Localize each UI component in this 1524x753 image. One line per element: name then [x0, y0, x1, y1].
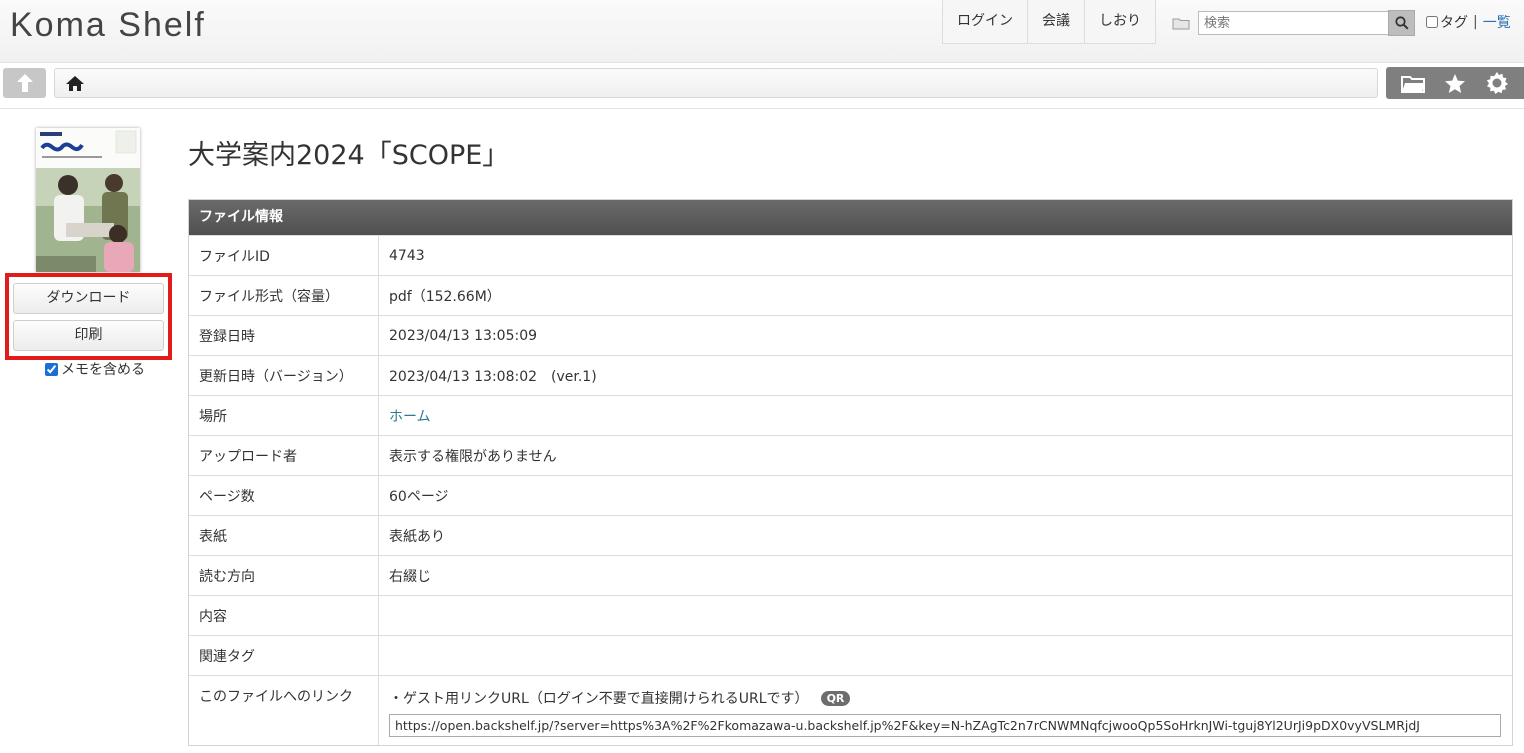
page-title: 大学案内2024「SCOPE」 — [188, 140, 510, 171]
action-toolbar — [1386, 67, 1524, 99]
tag-separator: | — [1473, 14, 1478, 30]
toolbar-divider — [0, 108, 1524, 109]
search-button[interactable] — [1388, 10, 1415, 36]
up-folder-button[interactable] — [3, 68, 46, 98]
info-row-location: 場所 ホーム — [189, 395, 1512, 435]
folder-icon[interactable] — [1172, 17, 1190, 30]
qr-button[interactable]: QR — [820, 690, 851, 706]
download-button[interactable]: ダウンロード — [13, 283, 164, 314]
search-area — [1172, 10, 1415, 36]
info-value-cell: ・ゲスト用リンクURL（ログイン不要で直接開けられるURLです） QR — [379, 676, 1512, 745]
meeting-button[interactable]: 会議 — [1028, 0, 1085, 43]
info-row-reading-direction: 読む方向 右綴じ — [189, 555, 1512, 595]
info-key: 登録日時 — [189, 316, 379, 355]
file-info-header: ファイル情報 — [189, 200, 1512, 235]
info-value: 4743 — [389, 247, 425, 264]
info-row-uploader: アップロード者 表示する権限がありません — [189, 435, 1512, 475]
info-row-registered: 登録日時 2023/04/13 13:05:09 — [189, 315, 1512, 355]
info-key: 場所 — [189, 396, 379, 435]
info-row-cover: 表紙 表紙あり — [189, 515, 1512, 555]
file-info-panel: ファイル情報 ファイルID 4743 ファイル形式（容量） pdf（152.66… — [188, 199, 1513, 746]
info-row-file-id: ファイルID 4743 — [189, 235, 1512, 275]
info-value-cell: ホーム — [379, 396, 1512, 435]
tag-checkbox[interactable] — [1426, 16, 1438, 28]
folder-icon[interactable] — [1401, 74, 1426, 93]
info-row-content: 内容 — [189, 595, 1512, 635]
search-icon — [1394, 16, 1409, 30]
print-button[interactable]: 印刷 — [13, 320, 164, 351]
tag-label: タグ — [1440, 15, 1468, 31]
info-value: 2023/04/13 13:08:02 (ver.1) — [389, 368, 597, 385]
tag-filter: タグ | 一覧 — [1426, 12, 1511, 32]
search-input[interactable] — [1198, 11, 1388, 35]
info-key: 表紙 — [189, 516, 379, 555]
info-value: pdf（152.66M） — [389, 288, 501, 305]
login-button[interactable]: ログイン — [943, 0, 1028, 43]
info-key: 更新日時（バージョン） — [189, 356, 379, 395]
info-key: ファイル形式（容量） — [189, 276, 379, 315]
settings-badge-icon[interactable] — [1485, 71, 1509, 95]
memo-checkbox[interactable] — [45, 362, 58, 376]
info-value: 右綴じ — [389, 568, 431, 585]
info-key: 読む方向 — [189, 556, 379, 595]
info-row-file-link: このファイルへのリンク ・ゲスト用リンクURL（ログイン不要で直接開けられるUR… — [189, 675, 1512, 745]
breadcrumb — [54, 68, 1378, 98]
guest-link-label: ・ゲスト用リンクURL（ログイン不要で直接開けられるURLです） — [389, 691, 809, 707]
info-key: 内容 — [189, 596, 379, 635]
cover-thumbnail[interactable] — [36, 128, 140, 272]
info-value: 60ページ — [389, 488, 449, 505]
location-link[interactable]: ホーム — [389, 406, 431, 426]
bookmark-button[interactable]: しおり — [1085, 0, 1156, 43]
top-bar: Koma Shelf ログイン 会議 しおり タグ | 一覧 — [0, 0, 1524, 63]
info-key: このファイルへのリンク — [189, 676, 379, 745]
memo-option: メモを含める — [45, 359, 145, 379]
cover-image — [36, 128, 140, 272]
star-icon[interactable] — [1444, 73, 1466, 94]
info-key: ファイルID — [189, 236, 379, 275]
info-row-related-tags: 関連タグ — [189, 635, 1512, 675]
tag-list-link[interactable]: 一覧 — [1483, 12, 1511, 32]
info-value: 表紙あり — [389, 528, 445, 545]
info-key: 関連タグ — [189, 636, 379, 675]
guest-link-line: ・ゲスト用リンクURL（ログイン不要で直接開けられるURLです） QR — [389, 688, 851, 708]
info-key: ページ数 — [189, 476, 379, 515]
info-row-file-format: ファイル形式（容量） pdf（152.66M） — [189, 275, 1512, 315]
info-row-updated: 更新日時（バージョン） 2023/04/13 13:08:02 (ver.1) — [189, 355, 1512, 395]
info-value: 2023/04/13 13:05:09 — [389, 327, 538, 344]
info-value: 表示する権限がありません — [389, 448, 557, 465]
info-value — [379, 636, 1512, 675]
top-nav: ログイン 会議 しおり — [942, 0, 1156, 44]
info-value — [379, 596, 1512, 635]
arrow-up-icon — [16, 74, 33, 92]
memo-label: メモを含める — [61, 362, 145, 378]
info-key: アップロード者 — [189, 436, 379, 475]
app-logo[interactable]: Koma Shelf — [10, 6, 206, 45]
info-row-pages: ページ数 60ページ — [189, 475, 1512, 515]
guest-url-field[interactable] — [389, 714, 1501, 737]
home-icon[interactable] — [65, 75, 85, 92]
